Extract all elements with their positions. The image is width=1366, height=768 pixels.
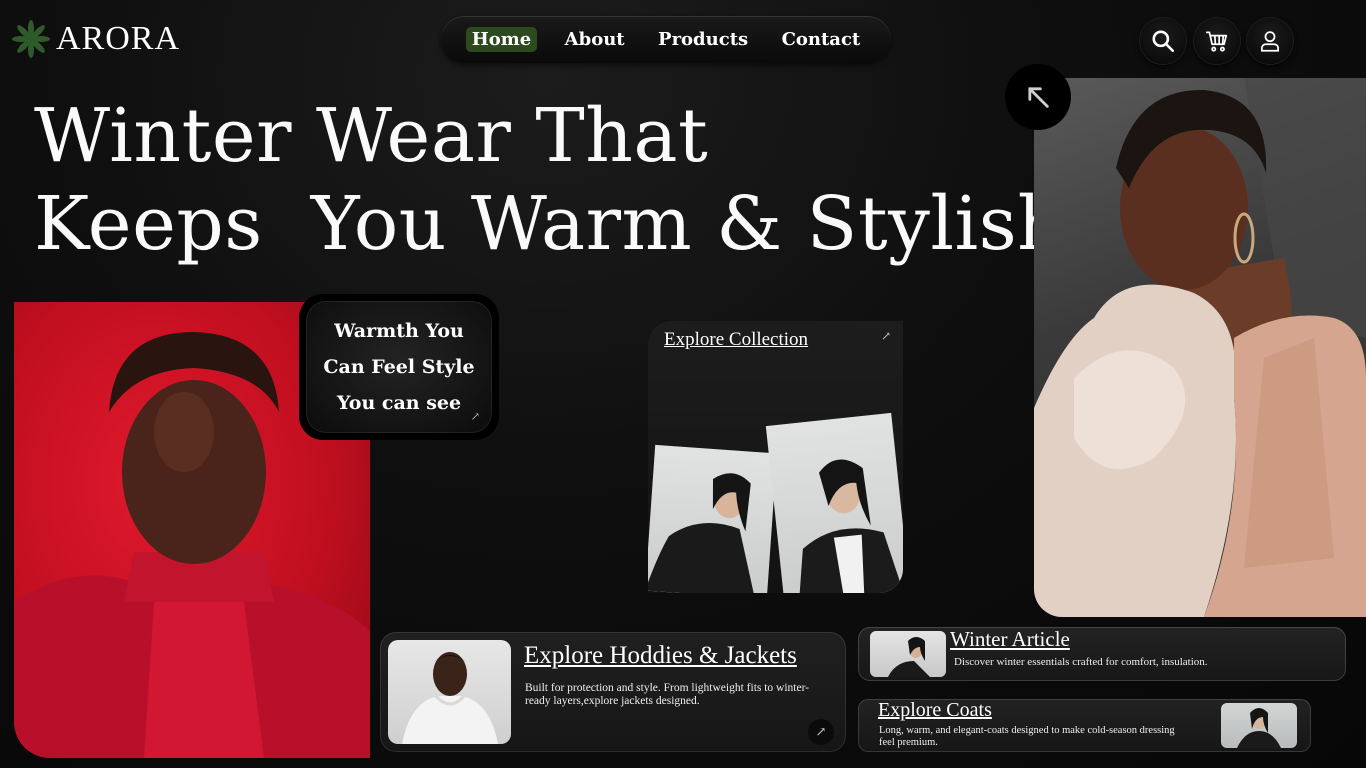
winter-article-card[interactable]: Winter Article Discover winter essential… (858, 627, 1346, 681)
nav-contact[interactable]: Contact (776, 27, 867, 52)
search-icon (1152, 30, 1175, 53)
main-nav: Home About Products Contact (441, 16, 891, 63)
article-description: Discover winter essentials crafted for c… (954, 656, 1208, 668)
cart-icon (1206, 31, 1228, 52)
collection-photo-1 (648, 444, 777, 593)
hero-headline: Winter Wear That Keeps You Warm & Stylis… (34, 92, 1066, 268)
article-title-link[interactable]: Winter Article (950, 627, 1070, 652)
brand-name: ARORA (56, 20, 181, 57)
user-icon (1261, 31, 1279, 52)
warmth-card[interactable]: Warmth You Can Feel Style You can see ↗ (299, 294, 499, 440)
arrow-up-right-icon[interactable]: ↗ (881, 329, 891, 343)
warmth-line-2: Can Feel Style (323, 356, 475, 378)
headline-line-1: Winter Wear That (34, 93, 709, 179)
headline-line-2: Keeps You Warm & Stylish (34, 181, 1066, 267)
model-illustration (1034, 78, 1366, 617)
collection-title-link[interactable]: Explore Collection (664, 329, 808, 351)
cart-button[interactable] (1194, 18, 1240, 64)
nav-products[interactable]: Products (652, 27, 754, 52)
hoodies-jackets-card[interactable]: Explore Hoddies & Jackets Built for prot… (380, 632, 846, 752)
hoodie-thumbnail (388, 640, 511, 744)
article-photo (888, 637, 930, 677)
coats-photo (1237, 708, 1281, 748)
arrow-up-right-icon[interactable]: ↗ (471, 410, 480, 423)
nav-home[interactable]: Home (465, 27, 538, 52)
warmth-card-inner: Warmth You Can Feel Style You can see ↗ (306, 301, 492, 433)
collection-photo-2 (765, 412, 903, 593)
warmth-line-1: Warmth You (334, 320, 464, 342)
hoodie-description: Built for protection and style. From lig… (525, 682, 810, 707)
arrow-up-right-icon[interactable]: ↗ (808, 719, 834, 745)
flower-icon (12, 20, 50, 58)
coats-thumbnail (1221, 703, 1297, 748)
hoodie-title-link[interactable]: Explore Hoddies & Jackets (524, 642, 797, 670)
hero-arrow-button[interactable] (1005, 64, 1071, 130)
brand-logo[interactable]: ARORA (12, 20, 180, 58)
hero-model-image (1034, 78, 1366, 617)
hoodie-model-photo (402, 652, 498, 744)
model-photo-2 (798, 459, 903, 593)
arrow-up-left-icon (1028, 87, 1049, 108)
explore-collection-card[interactable]: Explore Collection ↗ (648, 321, 903, 593)
warmth-text: Warmth You Can Feel Style You can see (323, 313, 474, 421)
warmth-line-3: You can see (336, 392, 462, 414)
nav-about[interactable]: About (559, 27, 631, 52)
user-button[interactable] (1247, 18, 1293, 64)
search-button[interactable] (1140, 18, 1186, 64)
model-photo-1 (648, 473, 755, 593)
coats-title-link[interactable]: Explore Coats (878, 699, 992, 722)
coats-description: Long, warm, and elegant-coats designed t… (879, 725, 1175, 748)
article-thumbnail (870, 631, 946, 677)
explore-coats-card[interactable]: Explore Coats Long, warm, and elegant-co… (858, 699, 1311, 752)
